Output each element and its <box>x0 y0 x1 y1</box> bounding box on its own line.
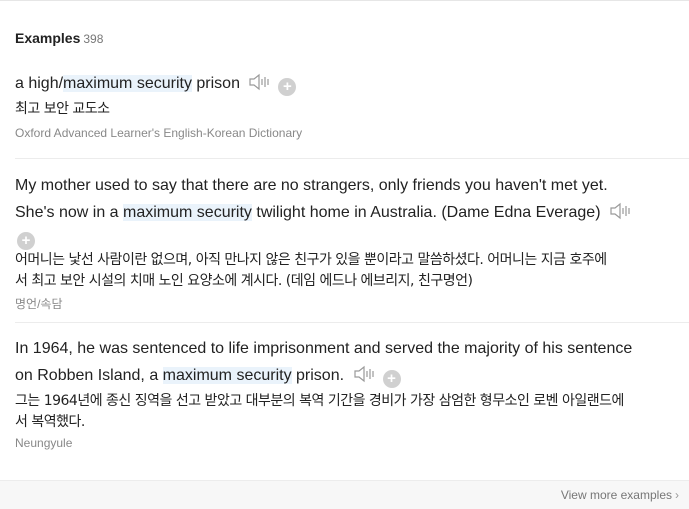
example-sentence: In 1964, he was sentenced to life impris… <box>15 335 688 389</box>
example-sentence: a high/maximum security prison + <box>15 70 688 97</box>
example-divider <box>15 322 689 323</box>
example-translation: 최고 보안 교도소 <box>15 101 110 117</box>
top-divider <box>0 0 689 1</box>
view-more-label: View more examples <box>560 488 672 502</box>
examples-panel: Examples 398 a high/maximum security pris… <box>0 0 689 509</box>
add-icon[interactable]: + <box>17 232 35 250</box>
example-item-1: a high/maximum security prison + 최고 보안 교… <box>15 70 688 140</box>
examples-count: 398 <box>83 32 104 46</box>
translation-line: 어머니는 낯선 사람이란 없으며, 아직 만나지 않은 친구가 있을 뿐이라고 … <box>15 252 607 268</box>
example-item-3: In 1964, he was sentenced to life impris… <box>15 335 688 450</box>
chevron-right-icon: › <box>675 488 679 502</box>
speaker-icon[interactable] <box>609 202 633 220</box>
section-title: Examples <box>15 30 81 46</box>
translation-line: 서 복역했다. <box>15 414 85 430</box>
footer-bar: View more examples › <box>0 480 689 509</box>
sentence-text: prison. <box>291 367 345 384</box>
translation-line: 서 최고 보안 시설의 치매 노인 요양소에 계시다. (데임 에드나 에브리지… <box>15 273 473 289</box>
examples-header: Examples 398 <box>15 30 103 48</box>
example-source: 명언/속담 <box>15 297 63 311</box>
example-source: Neungyule <box>15 436 73 450</box>
sentence-text: prison <box>191 75 240 92</box>
keyword-highlight: maximum security <box>123 204 252 221</box>
example-item-2: My mother used to say that there are no … <box>15 172 688 312</box>
example-translation: 그는 1964년에 종신 징역을 선고 받았고 대부분의 복역 기간을 경비가 … <box>15 391 688 433</box>
example-sentence: My mother used to say that there are no … <box>15 172 688 250</box>
keyword-highlight: maximum security <box>162 367 292 384</box>
sentence-text: a high/ <box>15 75 64 92</box>
example-translation: 어머니는 낯선 사람이란 없으며, 아직 만나지 않은 친구가 있을 뿐이라고 … <box>15 250 688 292</box>
keyword-highlight: maximum security <box>63 75 192 92</box>
sentence-text: In 1964, he was sentenced to life impris… <box>15 340 633 357</box>
sentence-text: My mother used to say that there are no … <box>15 177 608 194</box>
speaker-icon[interactable] <box>353 365 377 383</box>
example-source: Oxford Advanced Learner's English-Korean… <box>15 126 303 140</box>
sentence-text: She's now in a <box>15 204 124 221</box>
sentence-text: on Robben Island, a <box>15 367 163 384</box>
sentence-text: twilight home in Australia. (Dame Edna E… <box>251 204 601 221</box>
translation-line: 그는 1964년에 종신 징역을 선고 받았고 대부분의 복역 기간을 경비가 … <box>15 393 624 409</box>
example-divider <box>15 158 689 159</box>
speaker-icon[interactable] <box>248 73 272 91</box>
add-icon[interactable]: + <box>278 78 297 96</box>
view-more-examples-link[interactable]: View more examples › <box>561 488 679 502</box>
add-icon[interactable]: + <box>382 370 401 388</box>
